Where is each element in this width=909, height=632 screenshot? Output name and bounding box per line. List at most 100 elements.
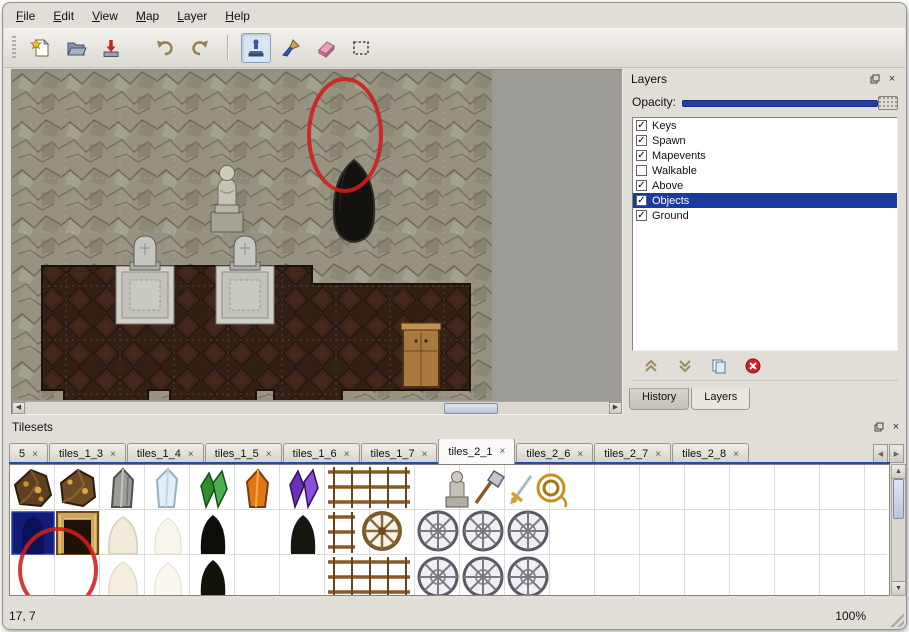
layer-row[interactable]: ✓ Objects [633, 193, 897, 208]
layer-row[interactable]: ✓ Keys [633, 118, 897, 133]
move-layer-down-button[interactable] [674, 355, 696, 377]
save-map-button[interactable] [96, 33, 126, 63]
undo-icon [154, 37, 176, 59]
scroll-down-icon[interactable]: ▼ [892, 581, 905, 595]
tab-close-icon[interactable]: × [733, 449, 739, 460]
delete-layer-button[interactable] [742, 355, 764, 377]
open-map-button[interactable] [61, 33, 91, 63]
tileset-tab-label: tiles_1_6 [293, 448, 337, 460]
tab-close-icon[interactable]: × [32, 449, 38, 460]
layer-checkbox[interactable]: ✓ [636, 135, 647, 146]
layer-row[interactable]: ✓ Spawn [633, 133, 897, 148]
layer-checkbox[interactable]: ✓ [636, 150, 647, 161]
dock-tabs: History Layers [629, 388, 750, 410]
tileset-tab[interactable]: tiles_2_1 × [438, 439, 515, 464]
menu-file[interactable]: File [7, 6, 44, 26]
layer-checkbox[interactable]: ✓ [636, 210, 647, 221]
layer-label: Spawn [652, 135, 686, 147]
opacity-slider-track[interactable] [682, 100, 878, 107]
layer-checkbox[interactable]: ✓ [636, 180, 647, 191]
tab-layers[interactable]: Layers [691, 388, 750, 410]
tab-close-icon[interactable]: × [422, 449, 428, 460]
brush-tool-button[interactable] [276, 33, 306, 63]
layer-row[interactable]: ✓ Above [633, 178, 897, 193]
tileset-tab[interactable]: tiles_1_3 × [49, 443, 126, 464]
tab-close-icon[interactable]: × [110, 449, 116, 460]
tab-scroll-left-icon[interactable]: ◀ [873, 444, 888, 463]
tileset-tab[interactable]: tiles_1_6 × [283, 443, 360, 464]
map-hscrollbar[interactable]: ◀ ▶ [12, 401, 622, 414]
scroll-up-icon[interactable]: ▲ [892, 465, 905, 479]
tab-history[interactable]: History [629, 388, 689, 410]
map-viewport: ◀ ▶ [11, 69, 623, 415]
opacity-label: Opacity: [632, 95, 676, 109]
vscroll-thumb[interactable] [893, 479, 904, 519]
save-icon [100, 37, 122, 59]
tileset-tab[interactable]: tiles_2_6 × [516, 443, 593, 464]
tab-close-icon[interactable]: × [188, 449, 194, 460]
check-icon: ✓ [637, 121, 645, 130]
float-icon[interactable] [868, 72, 882, 86]
eraser-tool-button[interactable] [311, 33, 341, 63]
layer-row[interactable]: ✓ Mapevents [633, 148, 897, 163]
chevron-up-icon [643, 358, 659, 374]
stamp-tool-button[interactable] [241, 33, 271, 63]
toolbar-grip[interactable] [12, 36, 16, 60]
menu-help[interactable]: Help [216, 6, 259, 26]
tab-close-icon[interactable]: × [499, 446, 505, 457]
redo-button[interactable] [185, 33, 215, 63]
duplicate-layer-button[interactable] [708, 355, 730, 377]
hscroll-thumb[interactable] [444, 403, 498, 414]
tileset-canvas[interactable] [10, 465, 887, 595]
map-canvas[interactable] [12, 70, 492, 400]
layer-buttons [632, 352, 898, 381]
menu-map[interactable]: Map [127, 6, 168, 26]
tile-door-frame[interactable] [57, 512, 98, 554]
selected-tile[interactable] [12, 512, 54, 554]
menu-edit[interactable]: Edit [44, 6, 83, 26]
tab-close-icon[interactable]: × [266, 449, 272, 460]
hscroll-left-arrow[interactable]: ◀ [12, 402, 25, 414]
delete-icon [745, 358, 761, 374]
check-icon: ✓ [637, 181, 645, 190]
tab-scroll-right-icon[interactable]: ▶ [889, 444, 904, 463]
layer-label: Above [652, 180, 683, 192]
opacity-slider[interactable] [682, 95, 898, 109]
check-icon: ✓ [637, 211, 645, 220]
menu-layer[interactable]: Layer [168, 6, 216, 26]
layer-row[interactable]: ✓ Ground [633, 208, 897, 223]
tileset-tab[interactable]: tiles_2_7 × [594, 443, 671, 464]
close-icon[interactable]: × [885, 72, 899, 86]
layer-checkbox[interactable] [636, 165, 647, 176]
tileset-tab[interactable]: tiles_2_8 × [672, 443, 749, 464]
chevron-down-icon [677, 358, 693, 374]
layer-label: Mapevents [652, 150, 706, 162]
check-icon: ✓ [637, 196, 645, 205]
tab-close-icon[interactable]: × [577, 449, 583, 460]
menu-view[interactable]: View [83, 6, 127, 26]
tab-close-icon[interactable]: × [655, 449, 661, 460]
select-tool-button[interactable] [346, 33, 376, 63]
tileset-tab[interactable]: tiles_1_4 × [127, 443, 204, 464]
layer-checkbox[interactable]: ✓ [636, 195, 647, 206]
tileset-vscrollbar[interactable]: ▲ ▼ [891, 464, 906, 596]
statusbar: 17, 7 100% [9, 605, 900, 627]
select-tool-icon [350, 37, 372, 59]
undo-button[interactable] [150, 33, 180, 63]
brush-tool-icon [280, 37, 302, 59]
menubar: File Edit View Map Layer Help [7, 5, 259, 27]
tileset-tab[interactable]: tiles_1_5 × [205, 443, 282, 464]
layer-row[interactable]: Walkable [633, 163, 897, 178]
close-icon[interactable]: × [889, 420, 903, 434]
tile-wheel[interactable] [364, 513, 400, 549]
layer-checkbox[interactable]: ✓ [636, 120, 647, 131]
hscroll-right-arrow[interactable]: ▶ [609, 402, 622, 414]
tileset-tab[interactable]: tiles_1_7 × [361, 443, 438, 464]
opacity-slider-handle[interactable] [878, 96, 898, 110]
tab-close-icon[interactable]: × [344, 449, 350, 460]
float-icon[interactable] [872, 420, 886, 434]
move-layer-up-button[interactable] [640, 355, 662, 377]
new-map-button[interactable] [26, 33, 56, 63]
tileset-tab[interactable]: 5 × [9, 443, 48, 464]
layers-titlebar: Layers × [626, 69, 904, 89]
